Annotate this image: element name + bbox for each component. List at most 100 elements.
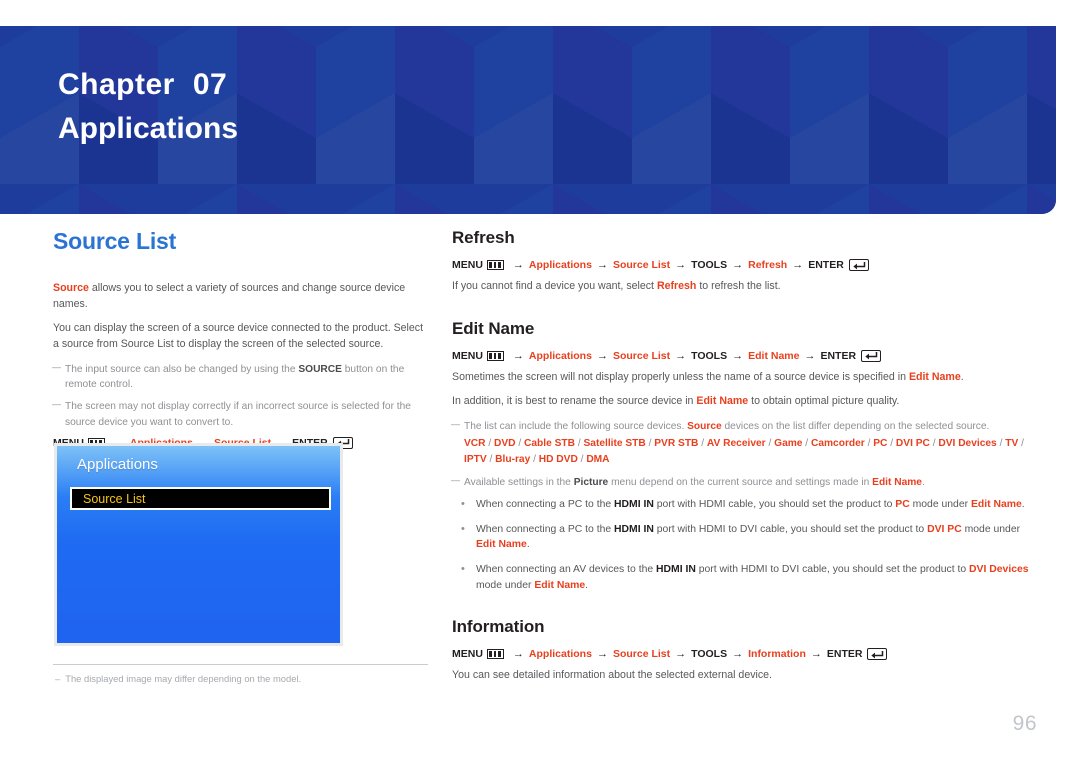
note-picture-mid: menu depend on the current source and se… xyxy=(608,476,873,488)
intro-paragraph-1-rest: allows you to select a variety of source… xyxy=(53,282,406,310)
page-title: Source List xyxy=(53,228,177,254)
note-incorrect-source-text: The screen may not display correctly if … xyxy=(65,401,411,428)
note-source-button: The input source can also be changed by … xyxy=(52,361,428,393)
menu-step-tools: TOOLS xyxy=(691,349,728,362)
arrow-icon: → xyxy=(732,259,744,271)
edit-name-p2-post: to obtain optimal picture quality. xyxy=(748,395,900,408)
list-item: When connecting an AV devices to the HDM… xyxy=(452,561,1030,593)
edit-name-keyword: Edit Name xyxy=(908,370,961,383)
mode-keyword: PC xyxy=(895,499,910,511)
note-picture-settings: Available settings in the Picture menu d… xyxy=(451,474,1030,490)
footnote-text: The displayed image may differ depending… xyxy=(65,673,302,684)
device-separator: / xyxy=(802,438,811,450)
arrow-icon: → xyxy=(596,648,608,661)
arrow-icon: → xyxy=(732,349,744,362)
bullet-1-seg2: port with HDMI cable, you should set the… xyxy=(653,499,896,511)
bullet-2-seg4: . xyxy=(526,539,530,551)
device-separator: / xyxy=(515,438,525,450)
note-source-button-part1: The input source can also be changed by … xyxy=(65,363,299,375)
device-name: Game xyxy=(774,438,803,450)
note-device-list-pre: The list can include the following sourc… xyxy=(464,421,688,433)
refresh-desc-pre: If you cannot find a device you want, se… xyxy=(452,280,657,292)
bullet-1-seg4: . xyxy=(1021,499,1025,511)
device-separator: / xyxy=(1018,438,1024,450)
device-separator: / xyxy=(887,438,896,450)
heading-information: Information xyxy=(452,617,545,637)
edit-name-keyword: Edit Name xyxy=(476,539,527,551)
note-picture-pre: Available settings in the xyxy=(464,476,574,488)
arrow-icon: → xyxy=(512,648,524,661)
bullet-3-seg4: . xyxy=(585,579,589,591)
device-separator: / xyxy=(864,438,874,450)
device-name: VCR xyxy=(464,438,486,450)
chapter-banner: Chapter 07 Applications xyxy=(0,26,1056,214)
source-keyword: Source xyxy=(53,282,89,294)
bullet-3-seg2: port with HDMI to DVI cable, you should … xyxy=(695,564,970,576)
chapter-heading: Chapter 07 xyxy=(58,66,238,104)
edit-name-paragraph-2: In addition, it is best to rename the so… xyxy=(452,394,1030,410)
hdmi-connection-bullets: When connecting a PC to the HDMI IN port… xyxy=(452,496,1030,593)
refresh-description: If you cannot find a device you want, se… xyxy=(452,279,1030,295)
device-separator: / xyxy=(485,438,495,450)
device-separator: / xyxy=(765,438,775,450)
device-name: Blu-ray xyxy=(495,454,531,466)
bullet-2-seg3: mode under xyxy=(961,523,1021,535)
menu-step-applications: Applications xyxy=(528,349,592,362)
menu-label: MENU xyxy=(452,648,483,661)
right-column: Refresh MENU → Applications → Source Lis… xyxy=(451,228,1030,693)
source-button-keyword: SOURCE xyxy=(298,363,342,375)
menu-icon xyxy=(486,350,504,361)
menu-step-source-list: Source List xyxy=(612,259,671,271)
hdmi-in-keyword: HDMI IN xyxy=(656,564,696,576)
arrow-icon: → xyxy=(792,259,804,271)
device-name: DVI Devices xyxy=(938,438,997,450)
menu-label: MENU xyxy=(452,259,483,271)
menu-path-refresh: MENU → Applications → Source List → TOOL… xyxy=(452,259,1030,271)
bullet-1-seg3: mode under xyxy=(909,499,971,511)
enter-label: ENTER xyxy=(808,259,844,271)
arrow-icon: → xyxy=(675,648,687,661)
bullet-3-seg1: When connecting an AV devices to the xyxy=(476,564,657,576)
hdmi-in-keyword: HDMI IN xyxy=(614,499,654,511)
arrow-icon: → xyxy=(732,648,744,661)
note-incorrect-source: The screen may not display correctly if … xyxy=(52,398,428,430)
edit-name-keyword: Edit Name xyxy=(970,499,1022,511)
intro-paragraph-1: Source allows you to select a variety of… xyxy=(53,281,428,312)
menu-path-edit-name: MENU → Applications → Source List → TOOL… xyxy=(452,349,1030,362)
heading-edit-name: Edit Name xyxy=(452,318,535,338)
tv-screen-mockup: Applications Source List xyxy=(54,443,343,646)
device-name: Camcorder xyxy=(810,438,865,450)
bullet-3-seg3: mode under xyxy=(476,579,535,591)
intro-paragraph-2: You can display the screen of a source d… xyxy=(53,322,424,351)
edit-name-keyword: Edit Name xyxy=(872,476,922,488)
menu-step-source-list: Source List xyxy=(612,349,671,362)
tv-menu-item-source-list[interactable]: Source List xyxy=(70,487,331,510)
refresh-keyword: Refresh xyxy=(656,280,697,292)
heading-refresh: Refresh xyxy=(452,228,515,247)
arrow-icon: → xyxy=(810,648,822,661)
supported-device-list: VCR / DVD / Cable STB / Satellite STB / … xyxy=(464,436,1030,468)
arrow-icon: → xyxy=(675,259,687,271)
menu-step-applications: Applications xyxy=(528,259,592,271)
menu-step-tools: TOOLS xyxy=(691,259,728,271)
device-name: PVR STB xyxy=(654,438,699,450)
enter-key-icon xyxy=(861,349,882,362)
menu-icon xyxy=(486,649,504,660)
edit-name-paragraph-1: Sometimes the screen will not display pr… xyxy=(452,370,1030,386)
chapter-number: 07 xyxy=(192,68,228,101)
arrow-icon: → xyxy=(804,349,816,362)
edit-name-keyword: Edit Name xyxy=(696,395,749,408)
edit-name-keyword: Edit Name xyxy=(534,579,586,591)
device-name: AV Receiver xyxy=(706,438,766,450)
manual-page: Chapter 07 Applications Source List Sourc… xyxy=(0,0,1080,763)
device-name: IPTV xyxy=(464,454,487,466)
menu-path-information: MENU → Applications → Source List → TOOL… xyxy=(452,648,1030,661)
divider xyxy=(53,664,428,665)
device-name: PC xyxy=(873,438,888,450)
arrow-icon: → xyxy=(512,349,524,362)
tv-menu-item-label: Source List xyxy=(83,491,146,506)
note-device-list: The list can include the following sourc… xyxy=(451,418,1030,468)
arrow-icon: → xyxy=(596,259,608,271)
arrow-icon: → xyxy=(512,259,524,271)
menu-step-refresh: Refresh xyxy=(748,259,788,271)
